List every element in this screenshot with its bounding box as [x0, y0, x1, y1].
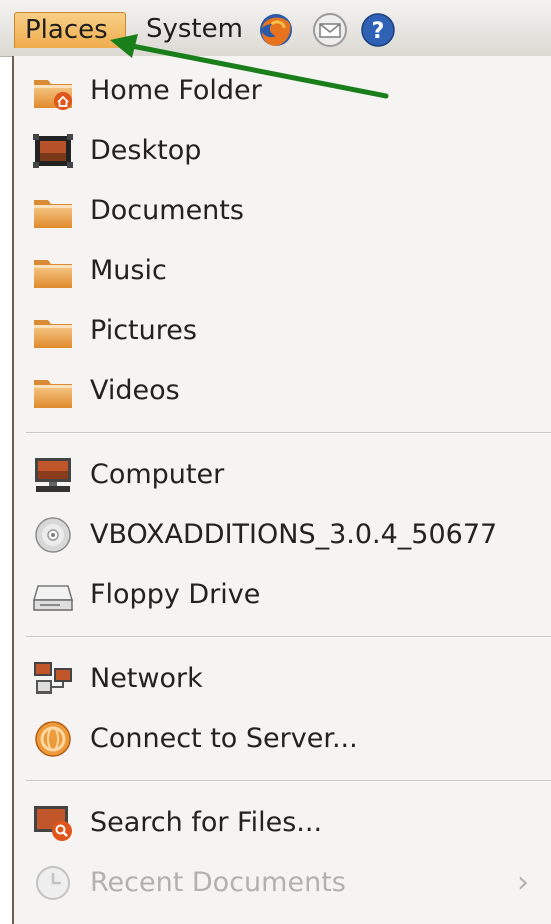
menu-item-label: Network	[90, 663, 203, 694]
top-panel: Places System ?	[0, 0, 551, 57]
recent-documents-icon	[36, 866, 70, 900]
menu-item-label: Computer	[90, 459, 225, 490]
system-menu-button[interactable]: System	[136, 12, 253, 48]
menu-item-videos[interactable]: Videos	[14, 362, 539, 420]
home-folder-icon	[34, 80, 72, 110]
places-menu-button[interactable]: Places	[14, 12, 126, 48]
menu-item-floppy-drive[interactable]: Floppy Drive	[14, 566, 539, 624]
folder-icon	[34, 320, 72, 348]
menu-item-desktop[interactable]: Desktop	[14, 122, 539, 180]
menu-item-home-folder[interactable]: Home Folder	[14, 62, 539, 120]
menu-item-search-for-files[interactable]: Search for Files...	[14, 794, 539, 852]
menu-item-recent-documents: Recent Documents ›	[14, 854, 539, 912]
folder-icon	[34, 260, 72, 288]
menu-item-documents[interactable]: Documents	[14, 182, 539, 240]
menu-item-label: Floppy Drive	[90, 579, 261, 610]
folder-icon	[34, 380, 72, 408]
menu-item-network[interactable]: Network	[14, 650, 539, 708]
menu-item-label: Videos	[90, 375, 180, 406]
menu-item-label: Documents	[90, 195, 244, 226]
menu-item-label: VBOXADDITIONS_3.0.4_50677	[90, 519, 498, 550]
folder-icon	[34, 200, 72, 228]
menu-item-label: Connect to Server...	[90, 723, 358, 754]
mail-icon[interactable]	[312, 12, 348, 48]
menu-item-label: Search for Files...	[90, 807, 323, 838]
svg-text:?: ?	[372, 19, 385, 44]
menu-item-vboxadditions[interactable]: VBOXADDITIONS_3.0.4_50677	[14, 506, 539, 564]
menu-item-label: Recent Documents	[90, 867, 346, 898]
desktop-icon	[33, 134, 73, 168]
floppy-icon	[33, 585, 73, 611]
computer-icon	[35, 458, 71, 492]
cdrom-icon	[35, 517, 71, 553]
menu-item-label: Desktop	[90, 135, 202, 166]
menu-separator	[26, 432, 551, 434]
menu-item-connect-to-server[interactable]: Connect to Server...	[14, 710, 539, 768]
menu-item-label: Music	[90, 255, 167, 286]
places-menu: Home Folder Desktop Documents Music Pict…	[12, 56, 551, 924]
menu-item-computer[interactable]: Computer	[14, 446, 539, 504]
search-files-icon	[34, 806, 72, 841]
menu-item-pictures[interactable]: Pictures	[14, 302, 539, 360]
network-icon	[34, 662, 72, 694]
menu-item-label: Home Folder	[90, 75, 262, 106]
menu-item-music[interactable]: Music	[14, 242, 539, 300]
firefox-icon[interactable]	[258, 12, 294, 48]
menu-separator	[26, 780, 551, 782]
submenu-arrow-icon: ›	[517, 865, 529, 900]
help-icon[interactable]: ?	[360, 12, 396, 48]
menu-separator	[26, 636, 551, 638]
menu-item-label: Pictures	[90, 315, 197, 346]
connect-server-icon	[35, 721, 71, 757]
